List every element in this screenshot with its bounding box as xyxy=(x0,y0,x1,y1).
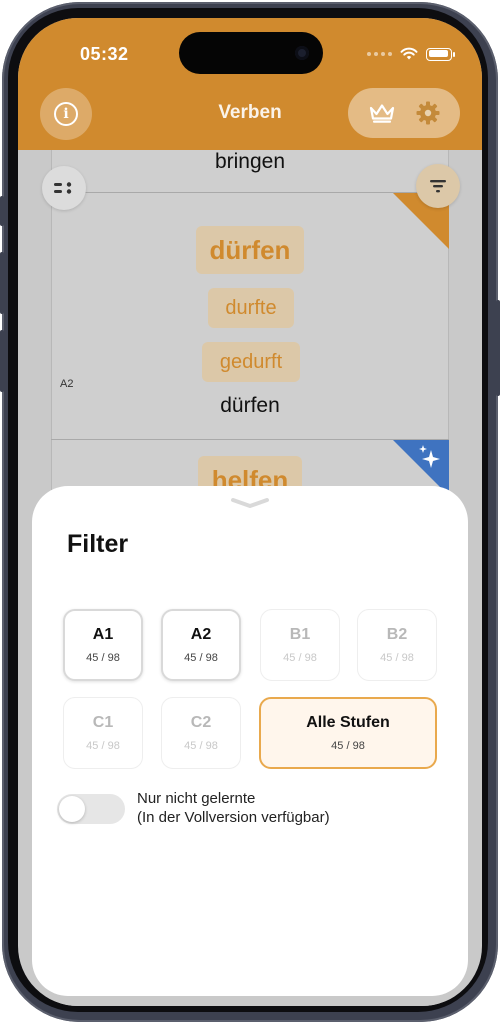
level-name: A1 xyxy=(92,626,114,643)
dynamic-island xyxy=(179,32,323,74)
side-button xyxy=(0,196,4,226)
volume-up-button xyxy=(0,252,4,314)
level-c2-button[interactable]: C2 45 / 98 xyxy=(161,697,241,769)
unlearned-toggle[interactable] xyxy=(57,794,125,824)
filter-title: Filter xyxy=(67,530,129,558)
infinitive-chip[interactable]: dürfen xyxy=(196,226,304,274)
level-count: 45 / 98 xyxy=(86,652,120,664)
level-name: B2 xyxy=(386,626,408,643)
level-count: 45 / 98 xyxy=(283,652,317,664)
level-name: B1 xyxy=(289,626,311,643)
power-button xyxy=(496,300,500,396)
crown-icon[interactable] xyxy=(368,102,396,124)
chevron-down-icon[interactable] xyxy=(230,496,270,510)
level-a2-button[interactable]: A2 45 / 98 xyxy=(161,609,241,681)
battery-icon xyxy=(426,47,455,61)
level-name: C1 xyxy=(92,714,114,731)
toggle-label: Nur nicht gelernte (In der Vollversion v… xyxy=(137,789,330,827)
app-header: 05:32 i Verben xyxy=(18,18,482,150)
status-icons xyxy=(367,46,455,62)
volume-down-button xyxy=(0,330,4,392)
level-all-button[interactable]: Alle Stufen 45 / 98 xyxy=(259,697,437,769)
praeteritum-chip[interactable]: durfte xyxy=(208,288,294,328)
dots-icon xyxy=(54,182,72,194)
level-count: 45 / 98 xyxy=(184,652,218,664)
gear-icon[interactable] xyxy=(415,100,441,126)
header-actions xyxy=(348,88,460,138)
level-count: 45 / 98 xyxy=(184,740,218,752)
status-time: 05:32 xyxy=(80,44,129,64)
screen-bottom xyxy=(18,996,482,1006)
filter-sheet: Filter A1 45 / 98 A2 45 / 98 B1 45 / 98 … xyxy=(32,486,468,996)
toggle-label-line1: Nur nicht gelernte xyxy=(137,790,256,807)
screen: 05:32 i Verben bringen dürfen durfte ged… xyxy=(18,18,482,1006)
camera-icon xyxy=(295,46,309,60)
level-name: A2 xyxy=(190,626,212,643)
translation-word: dürfen xyxy=(220,394,280,417)
partizip-chip[interactable]: gedurft xyxy=(202,342,300,382)
toggle-label-line2: (In der Vollversion verfügbar) xyxy=(137,809,330,826)
signal-icon xyxy=(367,52,392,56)
level-count: 45 / 98 xyxy=(380,652,414,664)
card-list: bringen dürfen durfte gedurft A2 dürfen … xyxy=(18,150,482,510)
toggle-knob xyxy=(59,796,85,822)
level-a1-button[interactable]: A1 45 / 98 xyxy=(63,609,143,681)
previous-card-word[interactable]: bringen xyxy=(18,150,482,174)
card-divider xyxy=(51,439,449,440)
wifi-icon xyxy=(400,47,418,60)
level-name: C2 xyxy=(190,714,212,731)
level-label: A2 xyxy=(60,378,74,390)
level-b1-button[interactable]: B1 45 / 98 xyxy=(260,609,340,681)
level-b2-button[interactable]: B2 45 / 98 xyxy=(357,609,437,681)
filter-button[interactable] xyxy=(416,164,460,208)
level-name: Alle Stufen xyxy=(306,714,390,731)
card-divider xyxy=(51,192,449,193)
level-count: 45 / 98 xyxy=(86,740,120,752)
filter-icon xyxy=(430,180,446,193)
level-count: 45 / 98 xyxy=(331,740,365,752)
level-c1-button[interactable]: C1 45 / 98 xyxy=(63,697,143,769)
dots-button[interactable] xyxy=(42,166,86,210)
